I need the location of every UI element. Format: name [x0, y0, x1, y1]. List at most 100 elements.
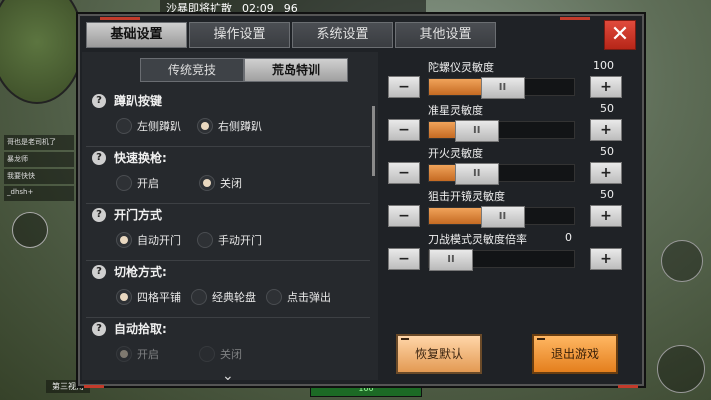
help-icon[interactable]: ? — [92, 208, 106, 222]
slider-label: 狙击开镜灵敏度 — [428, 190, 505, 203]
option-disable[interactable]: 关闭 — [199, 175, 242, 191]
tab-basic[interactable]: 基础设置 — [86, 22, 187, 48]
option-auto-door[interactable]: 自动开门 — [116, 232, 181, 248]
radio-icon — [266, 289, 282, 305]
radio-icon — [116, 232, 132, 248]
team-member: _dhsh+ — [4, 186, 74, 201]
setting-crouch-key: ? 蹲趴按键 左侧蹲趴 右侧蹲趴 — [86, 90, 370, 147]
chevron-down-icon[interactable]: ⌄ — [222, 368, 234, 384]
subtab-classic[interactable]: 传统竞技 — [140, 58, 244, 82]
option-enable[interactable]: 开启 — [116, 175, 159, 191]
decrease-button[interactable]: − — [388, 248, 420, 270]
fire-button[interactable] — [661, 240, 703, 282]
help-icon[interactable]: ? — [92, 265, 106, 279]
decrease-button[interactable]: − — [388, 76, 420, 98]
team-member: 哥也是老司机了 — [4, 135, 74, 150]
setting-door-mode: ? 开门方式 自动开门 手动开门 — [86, 204, 370, 261]
slider-label: 刀战模式灵敏度倍率 — [428, 233, 527, 246]
slider-value: 50 — [600, 188, 614, 201]
slider-track[interactable]: II — [428, 249, 575, 271]
slider-thumb[interactable]: II — [454, 120, 499, 142]
crouch-button[interactable] — [657, 345, 705, 393]
increase-button[interactable]: + — [590, 205, 622, 227]
setting-title: 切枪方式: — [114, 265, 167, 279]
settings-panel: 基础设置 操作设置 系统设置 其他设置 ✕ 传统竞技 荒岛特训 ? 蹲趴按键 左… — [78, 14, 644, 388]
setting-quick-swap: ? 快速换枪: 开启 关闭 — [86, 147, 370, 204]
decrease-button[interactable]: − — [388, 119, 420, 141]
accent-stripe — [84, 385, 104, 388]
setting-auto-pickup: ? 自动拾取: 开启 关闭 — [86, 318, 370, 375]
setting-title: 蹲趴按键 — [114, 94, 163, 108]
increase-button[interactable]: + — [590, 162, 622, 184]
radio-icon — [197, 118, 213, 134]
slider-fire: 开火灵敏度 50 − II + — [386, 144, 622, 187]
radio-icon — [191, 289, 207, 305]
slider-value: 100 — [593, 59, 614, 72]
restore-defaults-button[interactable]: 恢复默认 — [396, 334, 482, 374]
exit-game-button[interactable]: 退出游戏 — [532, 334, 618, 374]
accent-stripe — [560, 17, 590, 20]
close-icon[interactable]: ✕ — [604, 20, 636, 50]
slider-track[interactable]: II — [428, 206, 575, 228]
button-corner-mark — [537, 338, 545, 340]
team-member: 我要快快 — [4, 169, 74, 184]
slider-thumb[interactable]: II — [454, 163, 499, 185]
option-grid[interactable]: 四格平铺 — [116, 289, 181, 305]
slider-label: 陀螺仪灵敏度 — [428, 61, 494, 74]
option-manual-door[interactable]: 手动开门 — [197, 232, 262, 248]
scrollbar[interactable] — [372, 106, 375, 176]
option-left-crouch[interactable]: 左侧蹲趴 — [116, 118, 181, 134]
slider-thumb[interactable]: II — [429, 249, 473, 271]
setting-weapon-switch: ? 切枪方式: 四格平铺 经典轮盘 点击弹出 — [86, 261, 370, 318]
increase-button[interactable]: + — [590, 248, 622, 270]
slider-melee-multiplier: 刀战模式灵敏度倍率 0 − II + — [386, 230, 622, 273]
slider-value: 50 — [600, 102, 614, 115]
settings-list: ? 蹲趴按键 左侧蹲趴 右侧蹲趴 ? 快速换枪: 开启 关闭 ? 开门方式 自动… — [86, 90, 370, 380]
radio-icon — [116, 289, 132, 305]
slider-label: 准星灵敏度 — [428, 104, 483, 117]
help-icon[interactable]: ? — [92, 151, 106, 165]
increase-button[interactable]: + — [590, 119, 622, 141]
slider-crosshair: 准星灵敏度 50 − II + — [386, 101, 622, 144]
slider-sniper-scope: 狙击开镜灵敏度 50 − II + — [386, 187, 622, 230]
help-icon[interactable]: ? — [92, 322, 106, 336]
decrease-button[interactable]: − — [388, 162, 420, 184]
slider-value: 50 — [600, 145, 614, 158]
slider-gyro: 陀螺仪灵敏度 100 − II + — [386, 58, 622, 101]
weapon-slot-icon[interactable] — [665, 130, 701, 220]
subtab-island-training[interactable]: 荒岛特训 — [244, 58, 348, 82]
accent-stripe — [100, 17, 140, 20]
decrease-button[interactable]: − — [388, 205, 420, 227]
slider-thumb[interactable]: II — [480, 206, 525, 228]
accent-stripe — [618, 385, 638, 388]
setting-title: 开门方式 — [114, 208, 163, 222]
slider-track[interactable]: II — [428, 163, 575, 185]
main-tabs: 基础设置 操作设置 系统设置 其他设置 — [86, 22, 496, 48]
tab-other[interactable]: 其他设置 — [395, 22, 496, 48]
sensitivity-sliders: 陀螺仪灵敏度 100 − II + 准星灵敏度 50 − II + 开火灵敏度 … — [386, 58, 622, 273]
mode-subtabs: 传统竞技 荒岛特训 — [140, 58, 348, 82]
alive-count: 96 — [283, 1, 298, 15]
slider-value: 0 — [565, 231, 572, 244]
setting-title: 自动拾取: — [114, 322, 167, 336]
radio-icon — [197, 232, 213, 248]
option-wheel[interactable]: 经典轮盘 — [191, 289, 256, 305]
tab-controls[interactable]: 操作设置 — [189, 22, 290, 48]
tab-system[interactable]: 系统设置 — [292, 22, 393, 48]
radio-icon — [116, 175, 132, 191]
option-disable[interactable]: 关闭 — [199, 346, 242, 362]
radio-icon — [199, 346, 215, 362]
slider-thumb[interactable]: II — [480, 77, 525, 99]
ammo-icon[interactable] — [12, 212, 48, 248]
slider-label: 开火灵敏度 — [428, 147, 483, 160]
slider-track[interactable]: II — [428, 77, 575, 99]
slider-track[interactable]: II — [428, 120, 575, 142]
help-icon[interactable]: ? — [92, 94, 106, 108]
option-right-crouch[interactable]: 右侧蹲趴 — [197, 118, 262, 134]
option-enable[interactable]: 开启 — [116, 346, 159, 362]
team-list: 哥也是老司机了 暴龙师 我要快快 _dhsh+ — [4, 135, 74, 203]
option-popup[interactable]: 点击弹出 — [266, 289, 331, 305]
increase-button[interactable]: + — [590, 76, 622, 98]
button-corner-mark — [401, 338, 409, 340]
radio-icon — [116, 346, 132, 362]
